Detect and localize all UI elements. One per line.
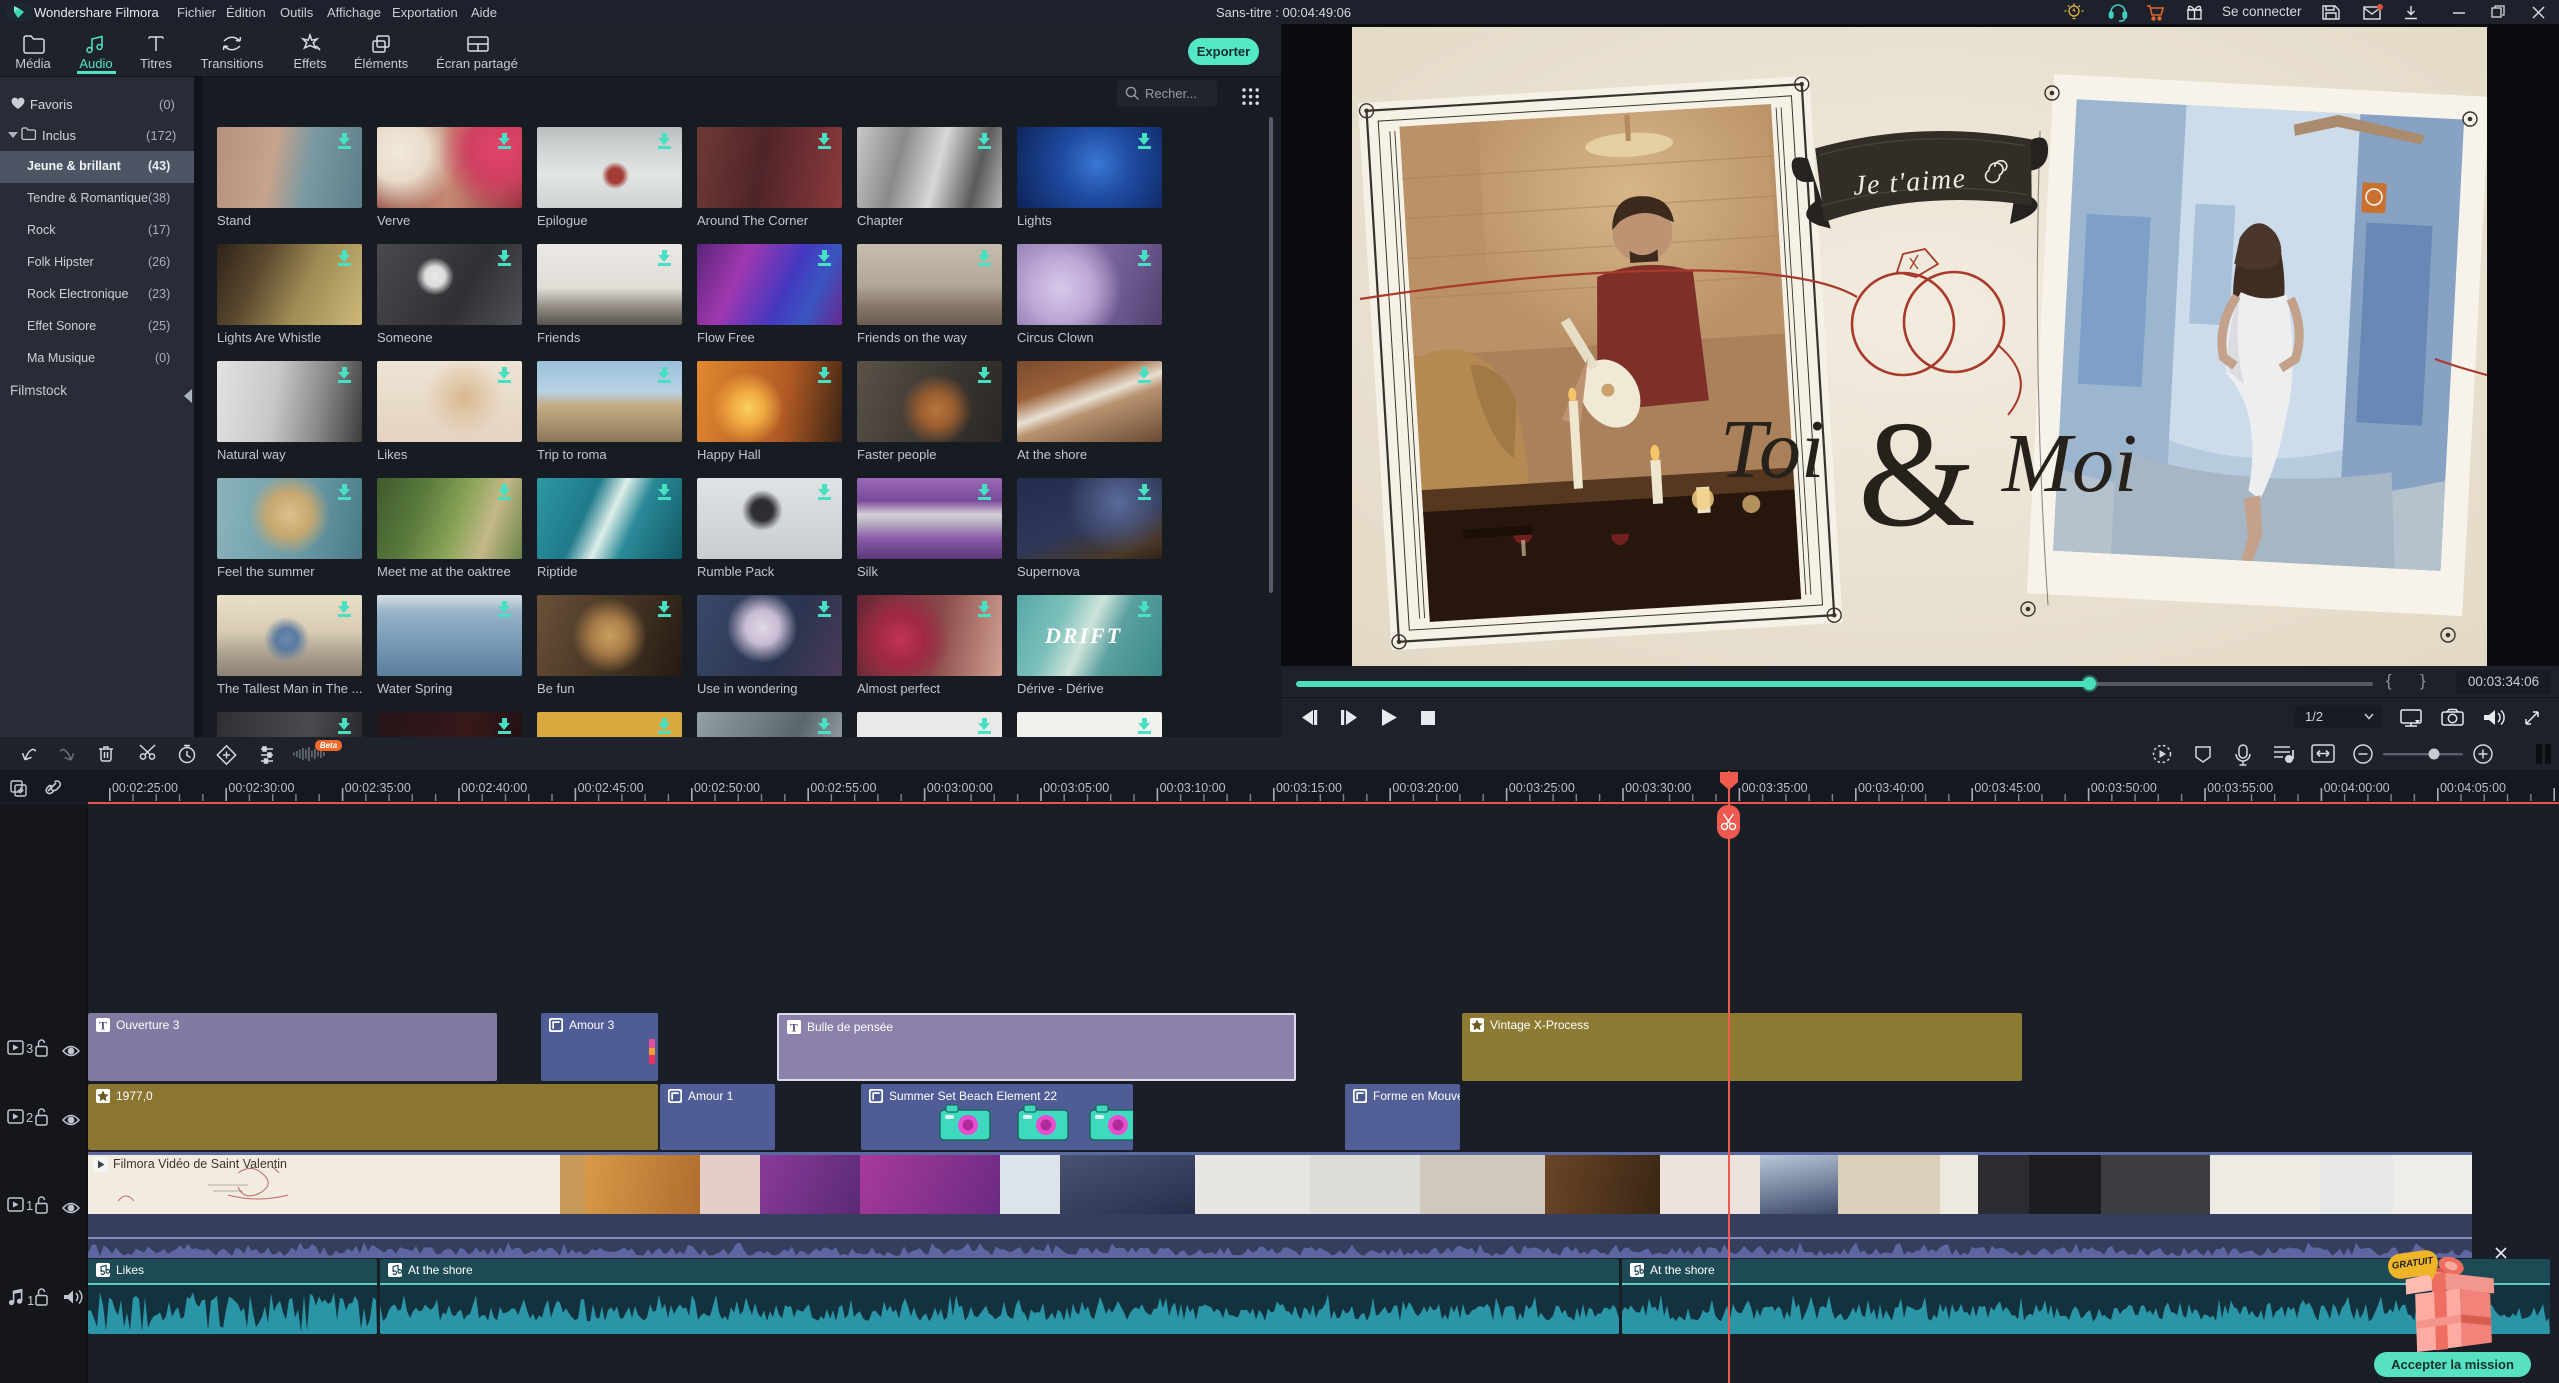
svg-text:00:04:05:00: 00:04:05:00 <box>2440 781 2506 795</box>
svg-text:00:02:40:00: 00:02:40:00 <box>461 781 527 795</box>
svg-text:00:03:35:00: 00:03:35:00 <box>1742 781 1808 795</box>
svg-text:00:03:55:00: 00:03:55:00 <box>2207 781 2273 795</box>
svg-text:00:02:50:00: 00:02:50:00 <box>694 781 760 795</box>
svg-text:00:02:55:00: 00:02:55:00 <box>810 781 876 795</box>
svg-text:2: 2 <box>26 1110 33 1125</box>
svg-text:00:02:35:00: 00:02:35:00 <box>345 781 411 795</box>
svg-text:00:03:40:00: 00:03:40:00 <box>1858 781 1924 795</box>
svg-text:00:02:45:00: 00:02:45:00 <box>578 781 644 795</box>
svg-text:00:03:50:00: 00:03:50:00 <box>2091 781 2157 795</box>
svg-text:1: 1 <box>26 1198 33 1213</box>
svg-text:1: 1 <box>27 1293 34 1308</box>
svg-text:Moi: Moi <box>2001 417 2137 510</box>
svg-text:T: T <box>790 1023 798 1035</box>
svg-text:3: 3 <box>26 1041 33 1056</box>
svg-text:00:03:45:00: 00:03:45:00 <box>1974 781 2040 795</box>
svg-text:00:03:10:00: 00:03:10:00 <box>1160 781 1226 795</box>
svg-text:00:03:25:00: 00:03:25:00 <box>1509 781 1575 795</box>
svg-text:00:03:30:00: 00:03:30:00 <box>1625 781 1691 795</box>
svg-text:Toi: Toi <box>1720 403 1824 496</box>
svg-text:00:03:15:00: 00:03:15:00 <box>1276 781 1342 795</box>
svg-text:00:02:25:00: 00:02:25:00 <box>112 781 178 795</box>
svg-text:&: & <box>1858 390 1976 558</box>
svg-text:00:03:00:00: 00:03:00:00 <box>927 781 993 795</box>
svg-text:T: T <box>99 1021 107 1033</box>
svg-text:00:02:30:00: 00:02:30:00 <box>228 781 294 795</box>
svg-text:00:04:00:00: 00:04:00:00 <box>2324 781 2390 795</box>
svg-text:00:03:05:00: 00:03:05:00 <box>1043 781 1109 795</box>
svg-text:00:03:20:00: 00:03:20:00 <box>1392 781 1458 795</box>
